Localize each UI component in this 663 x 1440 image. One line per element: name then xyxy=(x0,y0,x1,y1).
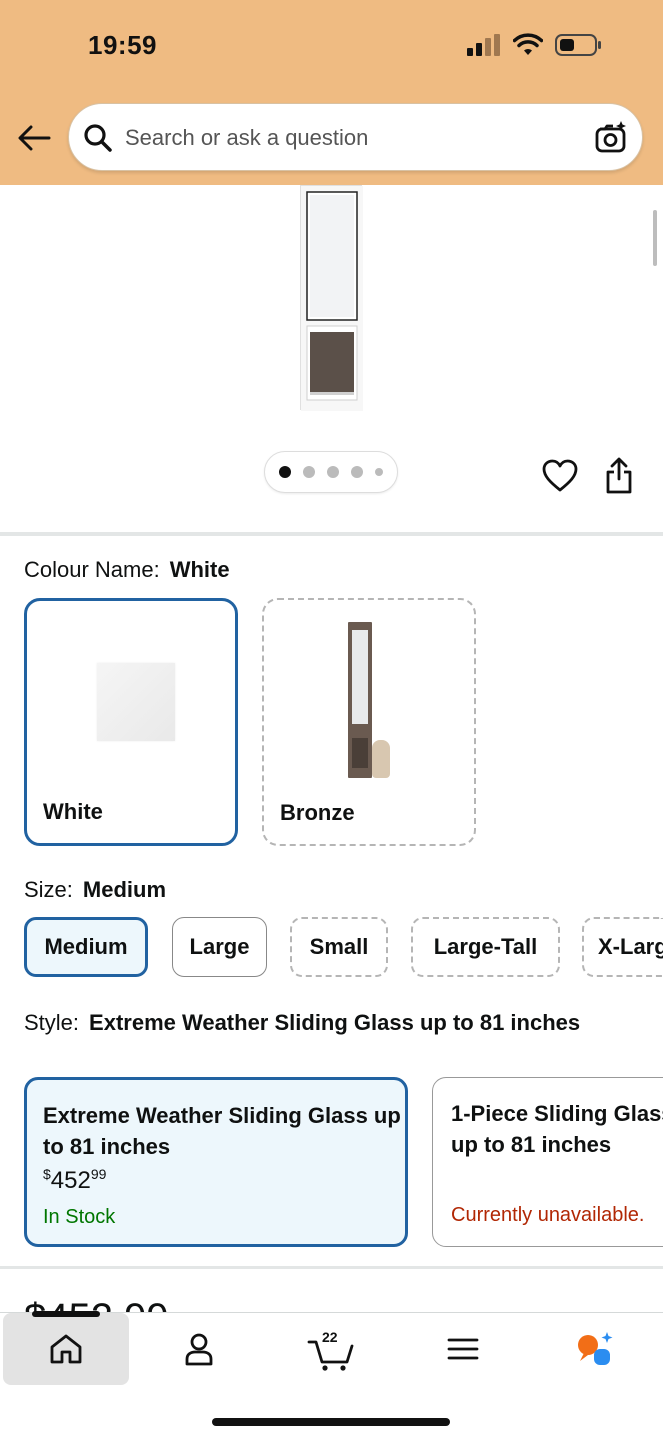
search-input[interactable] xyxy=(125,118,575,158)
price-whole: 452 xyxy=(50,1167,91,1194)
home-icon xyxy=(50,1334,82,1364)
app-header: 19:59 xyxy=(0,0,663,185)
size-option-small[interactable]: Small xyxy=(290,917,388,977)
pager-dot[interactable] xyxy=(375,468,383,476)
availability-status: In Stock xyxy=(43,1206,116,1228)
signal-icon xyxy=(467,34,500,56)
scroll-bar[interactable] xyxy=(653,210,657,266)
pager-dot[interactable] xyxy=(279,466,291,478)
camera-lens-icon[interactable] xyxy=(594,120,628,154)
style-label-row: Style: Extreme Weather Sliding Glass up t… xyxy=(24,1007,644,1038)
image-pager[interactable] xyxy=(264,451,398,493)
section-divider xyxy=(0,1266,663,1269)
colour-selected-value: White xyxy=(169,557,230,582)
pager-dot[interactable] xyxy=(351,466,363,478)
tab-menu[interactable] xyxy=(400,1313,526,1385)
wifi-icon xyxy=(513,33,543,55)
arrow-left-icon xyxy=(18,125,51,151)
style-selected-value: Extreme Weather Sliding Glass up to 81 i… xyxy=(89,1010,581,1035)
section-divider xyxy=(0,532,663,536)
status-icons xyxy=(467,32,603,58)
pager-dot[interactable] xyxy=(303,466,315,478)
home-indicator xyxy=(212,1418,450,1426)
style-option-title: 1-Piece Sliding Glass up to 81 inches xyxy=(451,1101,663,1157)
size-option-x-large[interactable]: X-Large xyxy=(582,917,663,977)
search-icon xyxy=(84,124,112,152)
tab-cart[interactable]: 22 xyxy=(268,1313,394,1385)
size-option-medium[interactable]: Medium xyxy=(24,917,148,977)
size-selected-value: Medium xyxy=(82,877,167,902)
pager-dot[interactable] xyxy=(327,466,339,478)
style-option-title: Extreme Weather Sliding Glass up to 81 i… xyxy=(43,1103,401,1159)
bronze-swatch-image xyxy=(348,622,372,778)
active-tab-indicator xyxy=(32,1311,100,1317)
back-button[interactable] xyxy=(14,118,54,158)
pet-door-image xyxy=(301,186,363,411)
colour-label-row: Colour Name: White xyxy=(24,557,230,583)
size-option-large-tall[interactable]: Large-Tall xyxy=(411,917,560,977)
menu-icon xyxy=(447,1338,479,1360)
white-swatch-image xyxy=(97,663,175,741)
colour-swatch-white[interactable]: White xyxy=(24,598,238,846)
product-image[interactable] xyxy=(300,185,363,411)
dog-image xyxy=(372,740,390,778)
tab-account[interactable] xyxy=(136,1313,262,1385)
status-time: 19:59 xyxy=(88,30,157,60)
size-option-large[interactable]: Large xyxy=(172,917,267,977)
tab-home[interactable] xyxy=(3,1313,129,1385)
share-icon[interactable] xyxy=(604,457,634,495)
tab-rufus[interactable] xyxy=(532,1313,658,1385)
size-label: Size: xyxy=(24,877,73,902)
swatch-label: Bronze xyxy=(280,800,355,825)
rufus-assistant-icon xyxy=(578,1332,613,1365)
style-option-1-piece[interactable]: 1-Piece Sliding Glass up to 81 inches Cu… xyxy=(432,1077,663,1247)
person-icon xyxy=(185,1333,213,1366)
availability-status: Currently unavailable. xyxy=(451,1204,645,1226)
style-option-extreme-weather[interactable]: Extreme Weather Sliding Glass up to 81 i… xyxy=(24,1077,408,1247)
colour-label: Colour Name: xyxy=(24,557,160,582)
price-symbol: $ xyxy=(43,1166,51,1182)
battery-icon xyxy=(555,34,601,56)
heart-icon[interactable] xyxy=(542,459,578,493)
swatch-label: White xyxy=(43,799,103,824)
size-label-row: Size: Medium xyxy=(24,877,166,903)
style-label: Style: xyxy=(24,1010,80,1035)
price-fraction: 99 xyxy=(90,1166,107,1182)
cart-count: 22 xyxy=(322,1329,338,1345)
search-bar[interactable] xyxy=(68,103,643,171)
product-gallery[interactable] xyxy=(0,185,663,533)
colour-swatch-bronze[interactable]: Bronze xyxy=(262,598,476,846)
style-option-price: $45299 xyxy=(43,1166,106,1195)
